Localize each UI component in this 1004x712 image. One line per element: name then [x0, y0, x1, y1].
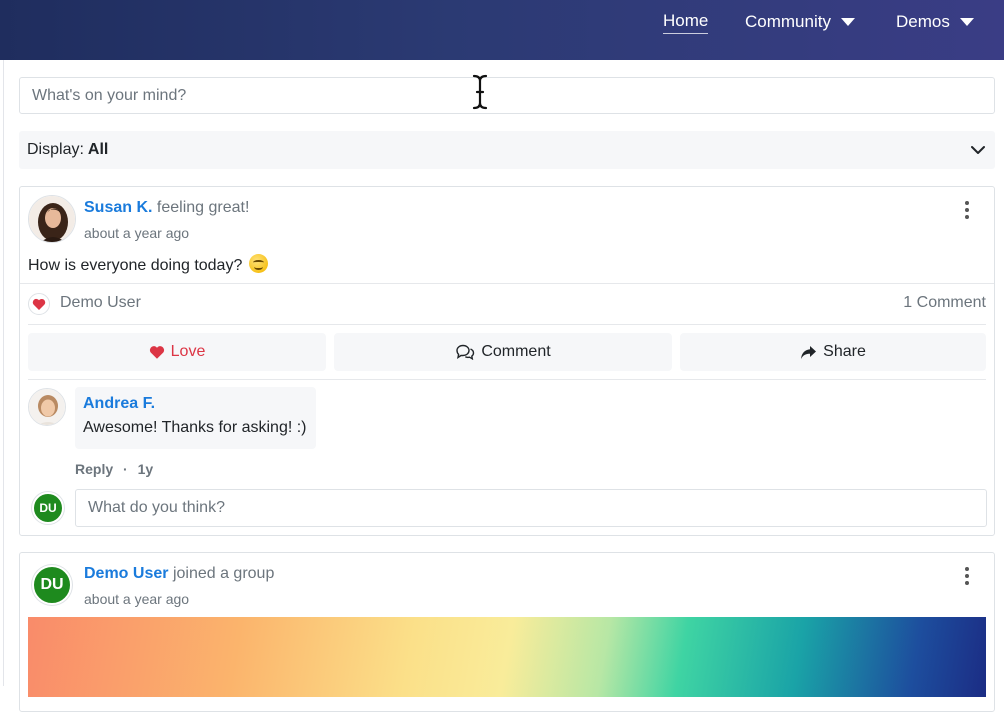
- nav-home[interactable]: Home: [663, 10, 709, 34]
- display-filter-value: All: [87, 141, 109, 158]
- comment-input-box[interactable]: [75, 489, 987, 527]
- divider: [28, 379, 986, 380]
- post-body-text: How is everyone doing today?: [28, 257, 243, 274]
- reactions-summary: Demo User 1 Comment: [28, 293, 986, 315]
- comment-age[interactable]: 1y: [138, 461, 154, 477]
- smiling-face-icon: [248, 254, 268, 273]
- avatar[interactable]: DU: [32, 565, 72, 605]
- status-composer[interactable]: [19, 77, 995, 114]
- share-button-label: Share: [823, 343, 866, 360]
- comment-button[interactable]: Comment: [334, 333, 672, 371]
- nav-community[interactable]: Community: [745, 10, 855, 34]
- love-button-label: Love: [170, 343, 206, 360]
- avatar-initials: DU: [39, 501, 57, 515]
- post-action-text: feeling great!: [156, 199, 250, 216]
- display-filter-label: Display:: [27, 141, 84, 158]
- share-icon: [801, 345, 817, 359]
- post-timestamp[interactable]: about a year ago: [84, 591, 189, 607]
- group-cover-image[interactable]: [28, 617, 986, 697]
- heart-reaction-icon[interactable]: [28, 293, 50, 315]
- heart-icon: [149, 345, 164, 359]
- nav-demos-label: Demos: [896, 12, 950, 31]
- comment-button-label: Comment: [481, 343, 551, 360]
- comments-icon: [456, 344, 475, 360]
- avatar[interactable]: [28, 388, 66, 426]
- avatar[interactable]: [28, 195, 76, 243]
- post-header: Susan K. feeling great!: [84, 199, 249, 217]
- comment-count[interactable]: 1 Comment: [903, 294, 986, 312]
- nav-community-label: Community: [745, 12, 831, 31]
- nav-demos[interactable]: Demos: [896, 10, 974, 34]
- avatar-initials: DU: [40, 576, 64, 593]
- caret-down-icon: [959, 18, 974, 26]
- comment-author-link[interactable]: Andrea F.: [83, 395, 308, 413]
- comment-input[interactable]: [88, 499, 974, 517]
- post-author-link[interactable]: Susan K.: [84, 199, 152, 216]
- more-options-icon[interactable]: [964, 201, 970, 219]
- more-options-icon[interactable]: [964, 567, 970, 585]
- left-sidebar-edge: [0, 60, 4, 686]
- post-action-text: joined a group: [172, 565, 275, 582]
- top-navbar: Home Community Demos: [0, 0, 1004, 60]
- post-author-link[interactable]: Demo User: [84, 565, 168, 582]
- user-photo-icon: [29, 389, 65, 425]
- comment-text: Awesome! Thanks for asking! :): [83, 419, 307, 436]
- nav-home-label: Home: [663, 11, 709, 34]
- avatar[interactable]: DU: [32, 492, 64, 524]
- comment-meta: Reply · 1y: [75, 461, 153, 477]
- meta-separator: ·: [123, 461, 128, 477]
- love-button[interactable]: Love: [28, 333, 326, 371]
- post-body: How is everyone doing today?: [28, 254, 268, 275]
- caret-down-icon: [840, 18, 855, 26]
- status-input[interactable]: [32, 86, 982, 105]
- comment-bubble: Andrea F. Awesome! Thanks for asking! :): [75, 387, 316, 449]
- post-card: Susan K. feeling great! about a year ago…: [19, 186, 995, 536]
- share-button[interactable]: Share: [680, 333, 986, 371]
- reaction-users[interactable]: Demo User: [60, 294, 141, 312]
- reply-link[interactable]: Reply: [75, 461, 113, 477]
- divider: [28, 324, 986, 325]
- post-header: Demo User joined a group: [84, 565, 274, 583]
- divider: [20, 283, 994, 284]
- post-timestamp[interactable]: about a year ago: [84, 225, 189, 241]
- display-filter[interactable]: Display: All: [19, 131, 995, 169]
- chevron-down-icon: [971, 146, 985, 154]
- post-card: DU Demo User joined a group about a year…: [19, 552, 995, 712]
- user-photo-icon: [29, 196, 75, 242]
